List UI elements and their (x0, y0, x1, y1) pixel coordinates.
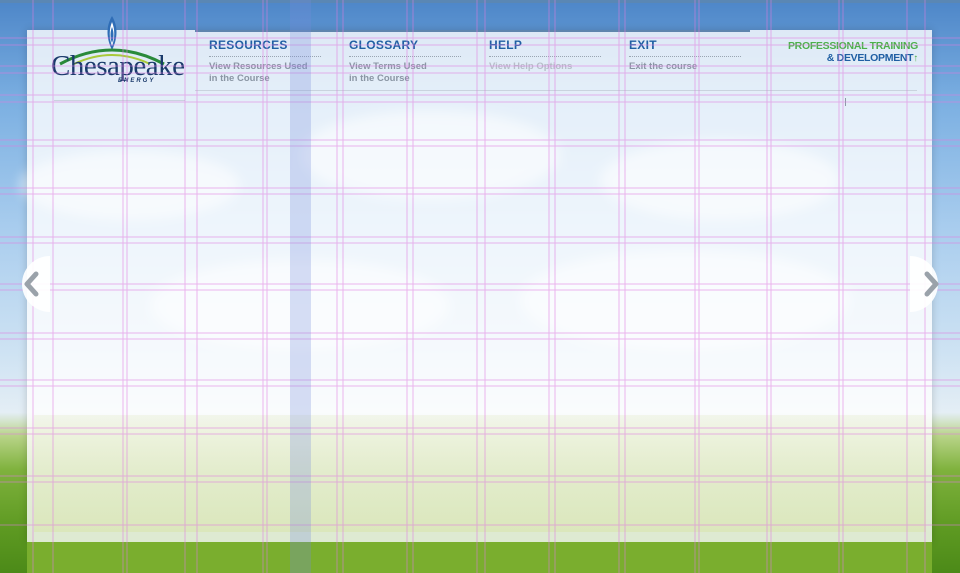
nav-divider (629, 56, 741, 57)
nav-exit[interactable]: EXIT Exit the course (629, 38, 759, 73)
panel-field-image (34, 415, 926, 532)
nav-top-rule (195, 30, 750, 32)
nav-exit-title[interactable]: EXIT (629, 38, 759, 52)
nav-glossary-subtitle-1: View Terms Used (349, 61, 427, 72)
top-border (0, 0, 960, 3)
footer-bar (27, 542, 932, 573)
program-title-line2-text: & DEVELOPMENT (826, 52, 914, 64)
professional-training-logo: PROFESSIONAL TRAINING & DEVELOPMENT↑ (758, 40, 918, 65)
nav-resources[interactable]: RESOURCES View Resources Used in the Cou… (209, 38, 339, 85)
nav-divider (489, 56, 601, 57)
chevron-left-icon[interactable] (12, 256, 50, 312)
program-title-line2: & DEVELOPMENT↑ (758, 52, 919, 65)
logo-energy-text: ENERGY (118, 78, 156, 84)
program-title-line1: PROFESSIONAL TRAINING (787, 40, 918, 52)
logo-divider (54, 100, 185, 101)
nav-resources-title[interactable]: RESOURCES (209, 38, 339, 52)
nav-divider (349, 56, 461, 57)
nav-exit-subtitle: Exit the course (629, 61, 698, 72)
nav-help-title[interactable]: HELP (489, 38, 619, 52)
chesapeake-logo[interactable]: Chesapeake ENERGY (50, 16, 185, 88)
chevron-right-icon[interactable] (910, 256, 948, 312)
nav-resources-subtitle-1: View Resources Used (209, 61, 308, 72)
nav-help-subtitle: View Help Options (489, 61, 573, 72)
nav-resources-subtitle-2: in the Course (209, 73, 270, 84)
nav-glossary-subtitle-2: in the Course (349, 73, 410, 84)
nav-glossary-title[interactable]: GLOSSARY (349, 38, 479, 52)
up-arrow-icon: ↑ (913, 53, 918, 64)
nav-glossary[interactable]: GLOSSARY View Terms Used in the Course (349, 38, 479, 85)
nav-help[interactable]: HELP View Help Options (489, 38, 619, 73)
header-tick-mark (845, 98, 846, 106)
layout-guide-band (290, 0, 311, 573)
